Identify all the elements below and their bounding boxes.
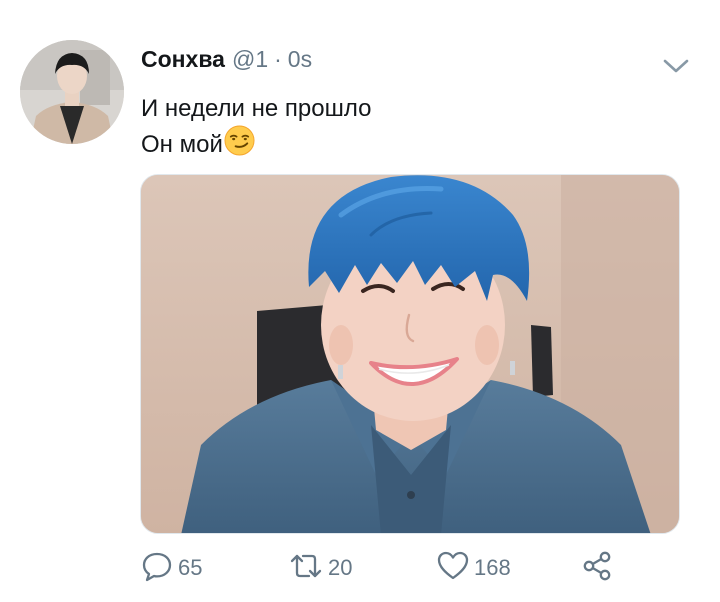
tweet[interactable]: Сонхва @1 · 0s И недели не прошло Он мой — [0, 0, 720, 602]
tweet-header: Сонхва @1 · 0s — [141, 46, 312, 78]
reply-button[interactable]: 65 — [140, 548, 202, 588]
retweet-button[interactable]: 20 — [288, 548, 352, 588]
reply-icon — [140, 549, 174, 588]
like-count: 168 — [474, 555, 511, 580]
retweet-icon — [288, 549, 324, 588]
reply-count: 65 — [178, 555, 203, 580]
tweet-text-line-2-text: Он мой — [141, 131, 223, 158]
separator-dot: · — [274, 46, 282, 72]
retweet-count: 20 — [328, 555, 353, 580]
smirking-face-emoji — [224, 125, 255, 165]
tweet-actions: 65 20 168 — [140, 548, 680, 588]
tweet-media-photo[interactable] — [140, 174, 680, 534]
tweet-text: И недели не прошло Он мой — [141, 92, 371, 165]
avatar[interactable] — [20, 40, 124, 144]
handle[interactable]: @1 — [232, 46, 268, 73]
heart-icon — [436, 549, 470, 588]
tweet-text-line-2: Он мой — [141, 125, 371, 165]
display-name[interactable]: Сонхва — [141, 46, 225, 73]
chevron-down-icon[interactable] — [660, 52, 692, 80]
timestamp[interactable]: 0s — [288, 46, 312, 73]
share-icon — [580, 549, 614, 588]
like-button[interactable]: 168 — [436, 548, 511, 588]
share-button[interactable] — [580, 548, 614, 588]
tweet-text-line-1: И недели не прошло — [141, 95, 372, 122]
